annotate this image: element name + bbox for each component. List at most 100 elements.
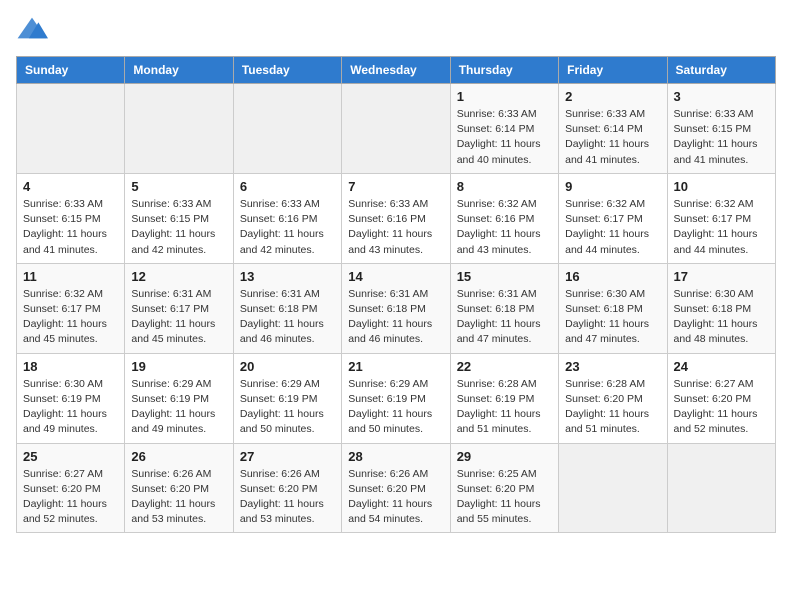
day-info: Sunrise: 6:29 AM Sunset: 6:19 PM Dayligh… — [240, 377, 335, 438]
day-number: 13 — [240, 269, 335, 284]
day-number: 26 — [131, 449, 226, 464]
calendar-cell: 12 Sunrise: 6:31 AM Sunset: 6:17 PM Dayli… — [125, 263, 233, 353]
logo-icon — [16, 16, 48, 44]
day-number: 6 — [240, 179, 335, 194]
calendar-cell: 15 Sunrise: 6:31 AM Sunset: 6:18 PM Dayli… — [450, 263, 558, 353]
col-header-tuesday: Tuesday — [233, 57, 341, 84]
day-number: 9 — [565, 179, 660, 194]
calendar-cell: 5 Sunrise: 6:33 AM Sunset: 6:15 PM Daylig… — [125, 173, 233, 263]
day-info: Sunrise: 6:26 AM Sunset: 6:20 PM Dayligh… — [348, 467, 443, 528]
day-number: 22 — [457, 359, 552, 374]
day-number: 14 — [348, 269, 443, 284]
calendar-cell: 11 Sunrise: 6:32 AM Sunset: 6:17 PM Dayli… — [17, 263, 125, 353]
calendar-cell: 18 Sunrise: 6:30 AM Sunset: 6:19 PM Dayli… — [17, 353, 125, 443]
day-info: Sunrise: 6:32 AM Sunset: 6:17 PM Dayligh… — [674, 197, 769, 258]
calendar-cell: 9 Sunrise: 6:32 AM Sunset: 6:17 PM Daylig… — [559, 173, 667, 263]
day-number: 2 — [565, 89, 660, 104]
day-info: Sunrise: 6:32 AM Sunset: 6:16 PM Dayligh… — [457, 197, 552, 258]
day-number: 25 — [23, 449, 118, 464]
col-header-thursday: Thursday — [450, 57, 558, 84]
day-info: Sunrise: 6:33 AM Sunset: 6:15 PM Dayligh… — [131, 197, 226, 258]
day-number: 23 — [565, 359, 660, 374]
col-header-saturday: Saturday — [667, 57, 775, 84]
day-info: Sunrise: 6:30 AM Sunset: 6:18 PM Dayligh… — [674, 287, 769, 348]
day-info: Sunrise: 6:27 AM Sunset: 6:20 PM Dayligh… — [23, 467, 118, 528]
day-number: 11 — [23, 269, 118, 284]
day-number: 17 — [674, 269, 769, 284]
day-info: Sunrise: 6:33 AM Sunset: 6:14 PM Dayligh… — [457, 107, 552, 168]
day-number: 18 — [23, 359, 118, 374]
day-number: 7 — [348, 179, 443, 194]
day-number: 4 — [23, 179, 118, 194]
calendar-cell: 4 Sunrise: 6:33 AM Sunset: 6:15 PM Daylig… — [17, 173, 125, 263]
day-info: Sunrise: 6:32 AM Sunset: 6:17 PM Dayligh… — [23, 287, 118, 348]
calendar-cell — [559, 443, 667, 533]
calendar-cell: 13 Sunrise: 6:31 AM Sunset: 6:18 PM Dayli… — [233, 263, 341, 353]
day-info: Sunrise: 6:33 AM Sunset: 6:14 PM Dayligh… — [565, 107, 660, 168]
calendar-cell — [17, 84, 125, 174]
day-info: Sunrise: 6:25 AM Sunset: 6:20 PM Dayligh… — [457, 467, 552, 528]
day-number: 12 — [131, 269, 226, 284]
day-info: Sunrise: 6:33 AM Sunset: 6:15 PM Dayligh… — [23, 197, 118, 258]
col-header-monday: Monday — [125, 57, 233, 84]
day-number: 3 — [674, 89, 769, 104]
calendar-cell: 10 Sunrise: 6:32 AM Sunset: 6:17 PM Dayli… — [667, 173, 775, 263]
calendar-cell: 20 Sunrise: 6:29 AM Sunset: 6:19 PM Dayli… — [233, 353, 341, 443]
col-header-friday: Friday — [559, 57, 667, 84]
day-info: Sunrise: 6:30 AM Sunset: 6:18 PM Dayligh… — [565, 287, 660, 348]
day-info: Sunrise: 6:33 AM Sunset: 6:16 PM Dayligh… — [348, 197, 443, 258]
day-info: Sunrise: 6:27 AM Sunset: 6:20 PM Dayligh… — [674, 377, 769, 438]
day-info: Sunrise: 6:31 AM Sunset: 6:18 PM Dayligh… — [457, 287, 552, 348]
calendar-cell: 23 Sunrise: 6:28 AM Sunset: 6:20 PM Dayli… — [559, 353, 667, 443]
calendar-cell — [667, 443, 775, 533]
calendar-cell: 27 Sunrise: 6:26 AM Sunset: 6:20 PM Dayli… — [233, 443, 341, 533]
calendar-cell: 6 Sunrise: 6:33 AM Sunset: 6:16 PM Daylig… — [233, 173, 341, 263]
col-header-wednesday: Wednesday — [342, 57, 450, 84]
calendar-cell: 21 Sunrise: 6:29 AM Sunset: 6:19 PM Dayli… — [342, 353, 450, 443]
calendar-cell — [233, 84, 341, 174]
day-info: Sunrise: 6:32 AM Sunset: 6:17 PM Dayligh… — [565, 197, 660, 258]
calendar-cell: 14 Sunrise: 6:31 AM Sunset: 6:18 PM Dayli… — [342, 263, 450, 353]
day-number: 24 — [674, 359, 769, 374]
calendar-cell: 26 Sunrise: 6:26 AM Sunset: 6:20 PM Dayli… — [125, 443, 233, 533]
calendar-cell — [125, 84, 233, 174]
calendar-cell: 22 Sunrise: 6:28 AM Sunset: 6:19 PM Dayli… — [450, 353, 558, 443]
calendar-cell: 7 Sunrise: 6:33 AM Sunset: 6:16 PM Daylig… — [342, 173, 450, 263]
day-info: Sunrise: 6:28 AM Sunset: 6:20 PM Dayligh… — [565, 377, 660, 438]
day-info: Sunrise: 6:29 AM Sunset: 6:19 PM Dayligh… — [131, 377, 226, 438]
calendar-table: SundayMondayTuesdayWednesdayThursdayFrid… — [16, 56, 776, 533]
day-number: 10 — [674, 179, 769, 194]
day-info: Sunrise: 6:29 AM Sunset: 6:19 PM Dayligh… — [348, 377, 443, 438]
day-info: Sunrise: 6:31 AM Sunset: 6:17 PM Dayligh… — [131, 287, 226, 348]
calendar-cell: 28Sunrise: 6:26 AM Sunset: 6:20 PM Dayli… — [342, 443, 450, 533]
page-header — [16, 16, 776, 44]
day-info: Sunrise: 6:33 AM Sunset: 6:16 PM Dayligh… — [240, 197, 335, 258]
day-info: Sunrise: 6:30 AM Sunset: 6:19 PM Dayligh… — [23, 377, 118, 438]
calendar-cell: 25 Sunrise: 6:27 AM Sunset: 6:20 PM Dayli… — [17, 443, 125, 533]
day-number: 1 — [457, 89, 552, 104]
day-number: 20 — [240, 359, 335, 374]
day-number: 8 — [457, 179, 552, 194]
day-number: 5 — [131, 179, 226, 194]
calendar-cell: 16 Sunrise: 6:30 AM Sunset: 6:18 PM Dayli… — [559, 263, 667, 353]
day-info: Sunrise: 6:31 AM Sunset: 6:18 PM Dayligh… — [348, 287, 443, 348]
day-info: Sunrise: 6:26 AM Sunset: 6:20 PM Dayligh… — [240, 467, 335, 528]
day-number: 16 — [565, 269, 660, 284]
calendar-cell: 24 Sunrise: 6:27 AM Sunset: 6:20 PM Dayli… — [667, 353, 775, 443]
day-number: 15 — [457, 269, 552, 284]
day-number: 27 — [240, 449, 335, 464]
calendar-cell: 8 Sunrise: 6:32 AM Sunset: 6:16 PM Daylig… — [450, 173, 558, 263]
calendar-cell: 29 Sunrise: 6:25 AM Sunset: 6:20 PM Dayli… — [450, 443, 558, 533]
logo — [16, 16, 52, 44]
calendar-cell: 19Sunrise: 6:29 AM Sunset: 6:19 PM Dayli… — [125, 353, 233, 443]
calendar-cell — [342, 84, 450, 174]
calendar-cell: 1 Sunrise: 6:33 AM Sunset: 6:14 PM Daylig… — [450, 84, 558, 174]
day-number: 21 — [348, 359, 443, 374]
day-info: Sunrise: 6:26 AM Sunset: 6:20 PM Dayligh… — [131, 467, 226, 528]
calendar-cell: 3 Sunrise: 6:33 AM Sunset: 6:15 PM Daylig… — [667, 84, 775, 174]
calendar-cell: 17 Sunrise: 6:30 AM Sunset: 6:18 PM Dayli… — [667, 263, 775, 353]
day-number: 29 — [457, 449, 552, 464]
day-info: Sunrise: 6:28 AM Sunset: 6:19 PM Dayligh… — [457, 377, 552, 438]
day-info: Sunrise: 6:31 AM Sunset: 6:18 PM Dayligh… — [240, 287, 335, 348]
day-info: Sunrise: 6:33 AM Sunset: 6:15 PM Dayligh… — [674, 107, 769, 168]
